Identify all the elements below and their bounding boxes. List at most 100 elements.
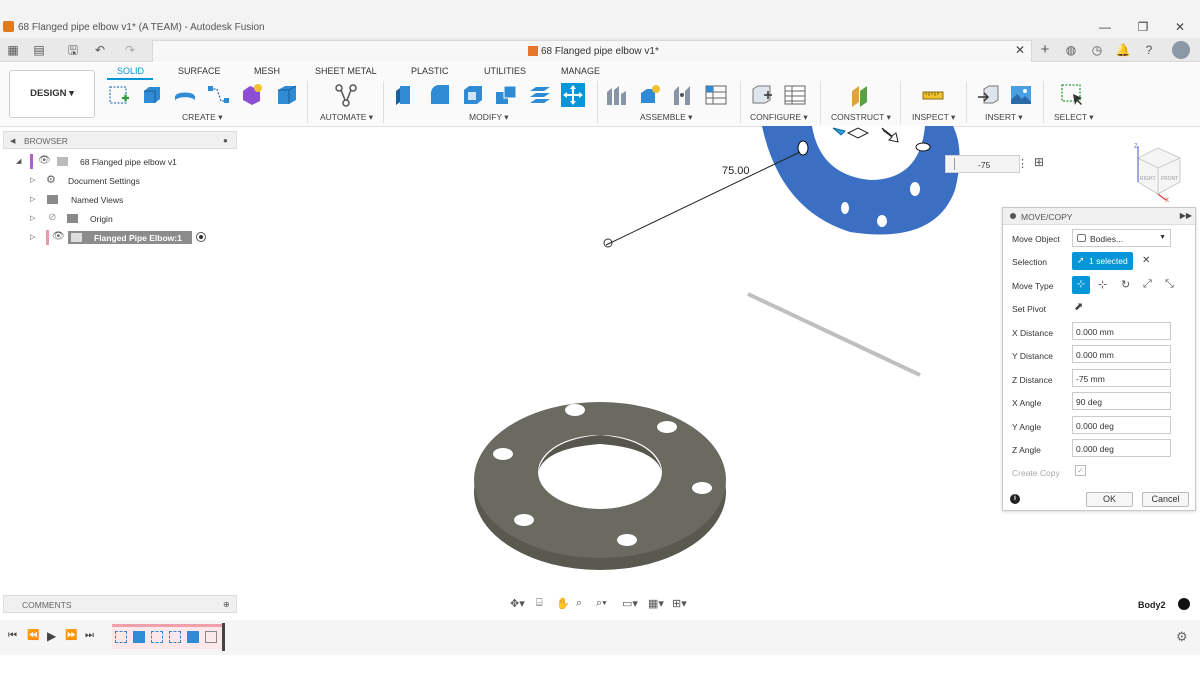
user-avatar[interactable] [1172,41,1190,59]
app-grid-icon[interactable]: ▦ [5,43,21,57]
x-angle-input[interactable]: 90 deg [1072,392,1171,410]
clear-selection-icon[interactable]: ✕ [1142,255,1150,266]
grid-settings-icon[interactable]: ▦▾ [648,597,664,610]
more-options-icon[interactable]: ⋮ [1017,157,1028,170]
timeline-pattern-icon[interactable] [151,631,163,643]
insert-group-label[interactable]: INSERT ▾ [985,112,1023,123]
minimize-button[interactable]: — [1095,20,1115,34]
timeline-component-icon[interactable] [205,631,217,643]
dialog-header[interactable]: MOVE/COPY ▶▶ [1003,208,1195,225]
tab-plastic[interactable]: PLASTIC [411,66,449,76]
tab-surface[interactable]: SURFACE [178,66,221,76]
modify-group-label[interactable]: MODIFY ▾ [469,112,509,123]
workspace-switcher-button[interactable]: DESIGN ▾ [9,70,95,118]
cancel-button[interactable]: Cancel [1142,492,1189,507]
combine-icon[interactable] [494,83,518,107]
timeline-settings-gear-icon[interactable]: ⚙ [1176,629,1188,645]
translate-icon[interactable]: ⊹ [1098,278,1107,291]
document-tab[interactable]: 68 Flanged pipe elbow v1* ✕ [152,40,1032,62]
grey-flange-body[interactable] [474,402,726,570]
joint-icon[interactable] [638,83,662,107]
assemble-group-label[interactable]: ASSEMBLE ▾ [640,112,692,123]
zoom-icon[interactable]: ⌕ [576,597,582,610]
selection-button[interactable]: ➚ 1 selected [1072,252,1133,270]
free-move-icon[interactable]: ⊹ [1072,276,1090,294]
form-icon[interactable] [240,83,264,107]
job-status-icon[interactable]: ◷ [1089,43,1105,57]
create-group-label[interactable]: CREATE ▾ [182,112,222,123]
construct-group-label[interactable]: CONSTRUCT ▾ [831,112,891,123]
press-pull-icon[interactable] [394,83,418,107]
configure-icon[interactable] [750,83,774,107]
tab-manage[interactable]: MANAGE [561,66,600,76]
automate-icon[interactable] [334,83,358,107]
insert-derive-icon[interactable] [976,83,1000,107]
z-distance-input[interactable]: -75 mm [1072,369,1171,387]
configuration-table-icon[interactable] [783,83,807,107]
notifications-icon[interactable]: 🔔 [1115,43,1131,57]
select-group-label[interactable]: SELECT ▾ [1054,112,1094,123]
timeline-extrude-icon[interactable] [133,631,145,643]
rotate-icon[interactable]: ↻ [1121,278,1130,291]
extensions-icon[interactable]: ◍ [1063,43,1079,57]
timeline-extrude-icon[interactable] [187,631,199,643]
point-to-position-icon[interactable]: ⤡ [1165,278,1174,291]
inspect-group-label[interactable]: INSPECT ▾ [912,112,955,123]
point-to-point-icon[interactable]: ⤢ [1143,278,1152,291]
extrude-icon[interactable] [140,83,164,107]
look-at-icon[interactable]: ⌸ [536,597,543,610]
expand-dialog-icon[interactable]: ▶▶ [1180,211,1192,220]
play-icon[interactable]: ▶ [47,629,56,643]
offset-face-icon[interactable] [528,83,552,107]
ok-button[interactable]: OK [1086,492,1133,507]
timeline-marker[interactable] [222,623,225,651]
new-component-icon[interactable] [605,83,629,107]
fit-icon[interactable]: ⌕▾ [596,597,607,610]
create-sketch-icon[interactable] [107,83,131,107]
info-icon[interactable]: i [1010,494,1020,504]
maximize-button[interactable]: ❐ [1133,20,1153,34]
add-comment-icon[interactable]: ⊕ [223,600,230,609]
create-copy-checkbox[interactable]: ✓ [1075,465,1086,476]
tab-utilities[interactable]: UTILITIES [484,66,526,76]
display-settings-icon[interactable]: ▭▾ [622,597,638,610]
close-window-button[interactable]: ✕ [1170,20,1190,34]
joint-origin-icon[interactable] [704,83,728,107]
save-icon[interactable]: 🖫 [65,43,81,57]
go-to-start-icon[interactable]: ⏮ [8,630,17,641]
x-distance-input[interactable]: 0.000 mm [1072,322,1171,340]
automate-group-label[interactable]: AUTOMATE ▾ [320,112,373,123]
box-icon[interactable] [275,83,299,107]
status-indicator-icon[interactable] [1178,598,1190,610]
measure-icon[interactable] [921,83,945,107]
as-built-joint-icon[interactable] [671,83,695,107]
3d-viewport[interactable] [0,126,1000,596]
distance-input-value[interactable]: -75 [978,160,990,170]
add-parameter-icon[interactable]: ⊞ [1034,155,1044,169]
comments-panel-header[interactable]: COMMENTS ⊕ [3,595,237,613]
timeline-sketch-icon[interactable] [115,631,127,643]
z-angle-input[interactable]: 0.000 deg [1072,439,1171,457]
go-to-end-icon[interactable]: ⏭ [85,630,94,641]
viewports-icon[interactable]: ⊞▾ [672,597,687,610]
y-distance-input[interactable]: 0.000 mm [1072,345,1171,363]
pan-icon[interactable]: ✋ [556,597,570,610]
orbit-icon[interactable]: ✥▾ [510,597,525,610]
insert-canvas-icon[interactable] [1009,83,1033,107]
y-angle-input[interactable]: 0.000 deg [1072,416,1171,434]
tab-mesh[interactable]: MESH [254,66,280,76]
close-tab-icon[interactable]: ✕ [1015,43,1025,57]
revolve-icon[interactable] [173,83,197,107]
redo-icon[interactable]: ↷ [122,43,138,57]
undo-icon[interactable]: ↶ [92,43,108,57]
offset-plane-icon[interactable] [849,83,873,107]
move-copy-icon[interactable] [561,83,585,107]
distance-input-box[interactable]: -75 [945,155,1020,173]
configure-group-label[interactable]: CONFIGURE ▾ [750,112,808,123]
new-tab-icon[interactable]: + [1037,42,1053,57]
tab-solid[interactable]: SOLID [117,66,144,76]
blue-flange-body[interactable] [762,126,960,235]
step-forward-icon[interactable]: ⏩ [65,630,77,641]
set-pivot-icon[interactable]: ⬈ [1074,300,1083,313]
help-icon[interactable]: ? [1141,43,1157,57]
